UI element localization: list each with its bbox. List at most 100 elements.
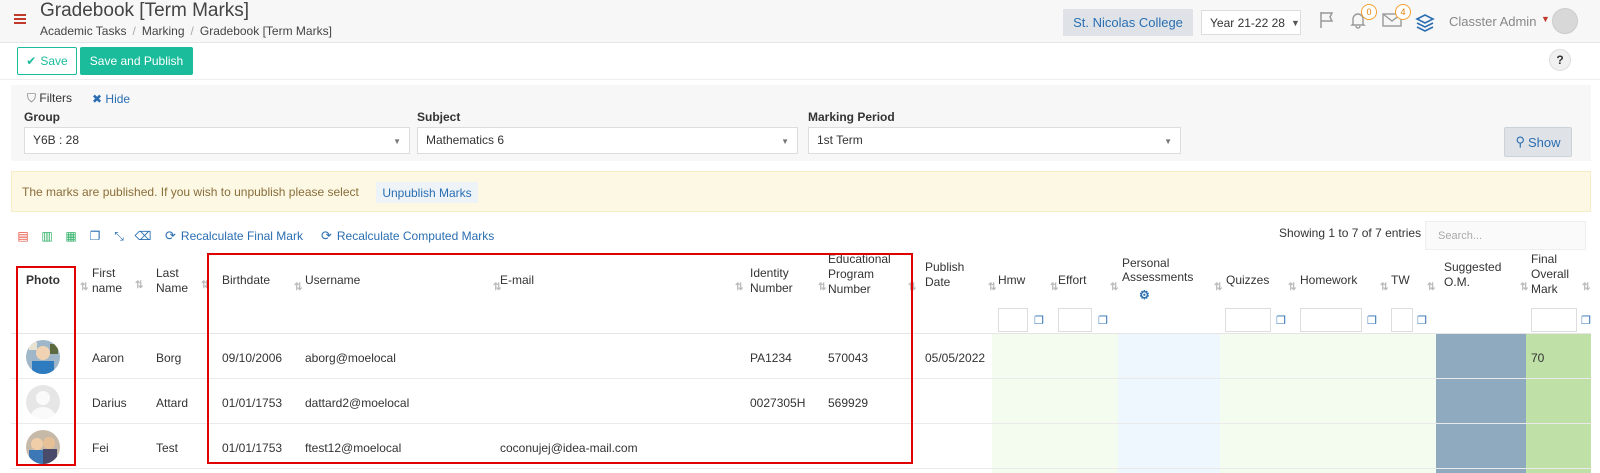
cell-publish-date: 05/05/2022 (925, 351, 986, 365)
copy-icon[interactable]: ❐ (83, 229, 107, 243)
marking-period-select-value: 1st Term (817, 133, 863, 147)
column-header-photo[interactable]: Photo ⇅ (26, 252, 89, 334)
sort-icon: ⇅ (201, 280, 210, 291)
student-photo-avatar (26, 385, 60, 419)
column-header-last-name-label: Last Name (156, 266, 189, 295)
eraser-icon[interactable]: ⌫ (131, 229, 155, 243)
caret-down-icon[interactable]: ▼ (1541, 14, 1550, 24)
column-header-quizzes-label: Quizzes (1226, 273, 1270, 287)
column-header-suggested-om[interactable]: Suggested O.M. ⇅ (1444, 252, 1529, 334)
subject-select[interactable]: Mathematics 6 ▼ (417, 127, 798, 154)
breadcrumb-item-academic-tasks[interactable]: Academic Tasks (40, 24, 126, 38)
cell-last-name: Attard (156, 396, 189, 410)
column-header-username[interactable]: Username ⇅ (305, 252, 505, 334)
column-header-birthdate[interactable]: Birthdate ⇅ (222, 252, 302, 334)
column-header-personal-assessments[interactable]: Personal Assessments ⇅ ⚙ (1122, 252, 1222, 334)
marking-period-select[interactable]: 1st Term ▼ (808, 127, 1181, 154)
layers-icon[interactable] (1414, 10, 1436, 32)
show-button[interactable]: ⚲ Show (1504, 127, 1572, 157)
pdf-export-icon[interactable]: ▤ (11, 229, 35, 243)
copy-icon[interactable]: ❐ (1276, 314, 1286, 327)
copy-icon[interactable]: ❐ (1098, 314, 1108, 327)
breadcrumb: Academic Tasks / Marking / Gradebook [Term M… (40, 24, 332, 38)
breadcrumb-item-marking[interactable]: Marking (142, 24, 185, 38)
cell-identity-number: 0027305H (750, 396, 806, 410)
table-row[interactable]: Fei Test 01/01/1753 ftest12@moelocal coc… (11, 424, 1591, 469)
flag-icon[interactable] (1316, 10, 1338, 32)
group-select[interactable]: Y6B : 28 ▼ (24, 127, 410, 154)
bell-icon[interactable]: 0 (1347, 4, 1377, 32)
cell-first-name: Aaron (92, 351, 125, 365)
column-header-effort-label: Effort (1058, 273, 1087, 287)
year-select[interactable]: Year 21-22 28 ▼ (1201, 10, 1301, 35)
notifications-badge: 0 (1361, 4, 1377, 20)
table-search-input[interactable]: Search... (1425, 221, 1586, 250)
caret-down-icon: ▼ (1290, 17, 1300, 28)
hide-filters-link[interactable]: ✖ Hide (92, 92, 130, 106)
college-button[interactable]: St. Nicolas College (1063, 9, 1193, 36)
published-alert: The marks are published. If you wish to … (11, 171, 1591, 212)
column-header-publish-date[interactable]: Publish Date ⇅ (925, 252, 996, 334)
menu-icon[interactable] (14, 14, 26, 24)
cell-birthdate: 01/01/1753 (222, 396, 283, 410)
sort-icon: ⇅ (1380, 282, 1389, 293)
sort-icon: ⇅ (294, 282, 303, 293)
user-name[interactable]: Classter Admin (1449, 14, 1536, 29)
cell-final-overall-mark[interactable]: 70 (1531, 351, 1544, 365)
column-header-educational-program[interactable]: Educational Program Number ⇅ (828, 252, 918, 334)
excel-export-icon[interactable]: ▥ (35, 229, 59, 243)
column-header-educational-program-label: Educational Program Number (828, 252, 891, 296)
hmw-bulk-input[interactable] (998, 308, 1028, 332)
sort-icon: ⇅ (80, 282, 89, 293)
effort-bulk-input[interactable] (1058, 308, 1092, 332)
table-row[interactable]: Aaron Borg 09/10/2006 aborg@moelocal PA1… (11, 334, 1591, 379)
homework-bulk-input[interactable] (1300, 308, 1362, 332)
save-button[interactable]: ✔ Save (17, 47, 77, 75)
sort-icon: ⇅ (1427, 282, 1436, 293)
column-header-email[interactable]: E-mail ⇅ (500, 252, 745, 334)
hide-filters-label: Hide (105, 92, 131, 106)
copy-icon[interactable]: ❐ (1034, 314, 1044, 327)
table-row[interactable]: Darius Attard 01/01/1753 dattard2@moeloc… (11, 379, 1591, 424)
sort-icon: ⇅ (908, 282, 917, 293)
student-photo-avatar (26, 340, 60, 374)
help-button[interactable]: ? (1549, 49, 1571, 71)
column-header-last-name[interactable]: Last Name ⇅ (156, 252, 211, 334)
search-icon: ⚲ (1515, 134, 1525, 149)
column-header-identity-number[interactable]: Identity Number ⇅ (750, 252, 830, 334)
csv-export-icon[interactable]: ▦ (59, 229, 83, 243)
student-photo-avatar (26, 430, 60, 464)
column-header-first-name[interactable]: First name ⇅ (92, 252, 150, 334)
show-button-label: Show (1528, 134, 1561, 150)
copy-icon[interactable]: ❐ (1367, 314, 1377, 327)
column-header-homework-label: Homework (1300, 273, 1358, 287)
cell-username: aborg@moelocal (305, 351, 396, 365)
pin-icon: ✖ (92, 92, 103, 106)
entries-info: Showing 1 to 7 of 7 entries (1279, 226, 1422, 240)
gear-icon[interactable]: ⚙ (1139, 288, 1150, 302)
unpublish-marks-button[interactable]: Unpublish Marks (376, 182, 478, 203)
check-icon: ✔ (26, 54, 37, 68)
save-and-publish-button[interactable]: Save and Publish (80, 47, 193, 75)
filters-label-text: Filters (39, 91, 73, 105)
copy-icon[interactable]: ❐ (1581, 314, 1591, 327)
collapse-icon[interactable]: ⤡ (107, 229, 131, 244)
sort-icon: ⇅ (735, 282, 744, 293)
tw-bulk-input[interactable] (1391, 308, 1413, 332)
final-mark-bulk-input[interactable] (1531, 308, 1577, 332)
column-header-username-label: Username (305, 273, 361, 287)
recalculate-computed-marks-button[interactable]: ⟳ Recalculate Computed Marks (321, 228, 494, 244)
copy-icon[interactable]: ❐ (1417, 314, 1427, 327)
breadcrumb-item-current: Gradebook [Term Marks] (199, 24, 332, 38)
caret-down-icon: ▼ (393, 137, 401, 146)
column-header-hmw-label: Hmw (998, 273, 1026, 287)
caret-down-icon: ▼ (1164, 137, 1172, 146)
cell-first-name: Darius (92, 396, 127, 410)
user-avatar[interactable] (1552, 8, 1578, 34)
alert-text: The marks are published. If you wish to … (22, 185, 359, 199)
envelope-icon[interactable]: 4 (1381, 4, 1411, 32)
cell-identity-number: PA1234 (750, 351, 792, 365)
recalculate-final-mark-button[interactable]: ⟳ Recalculate Final Mark (165, 228, 303, 244)
quizzes-bulk-input[interactable] (1225, 308, 1271, 332)
save-button-label: Save (40, 54, 68, 68)
